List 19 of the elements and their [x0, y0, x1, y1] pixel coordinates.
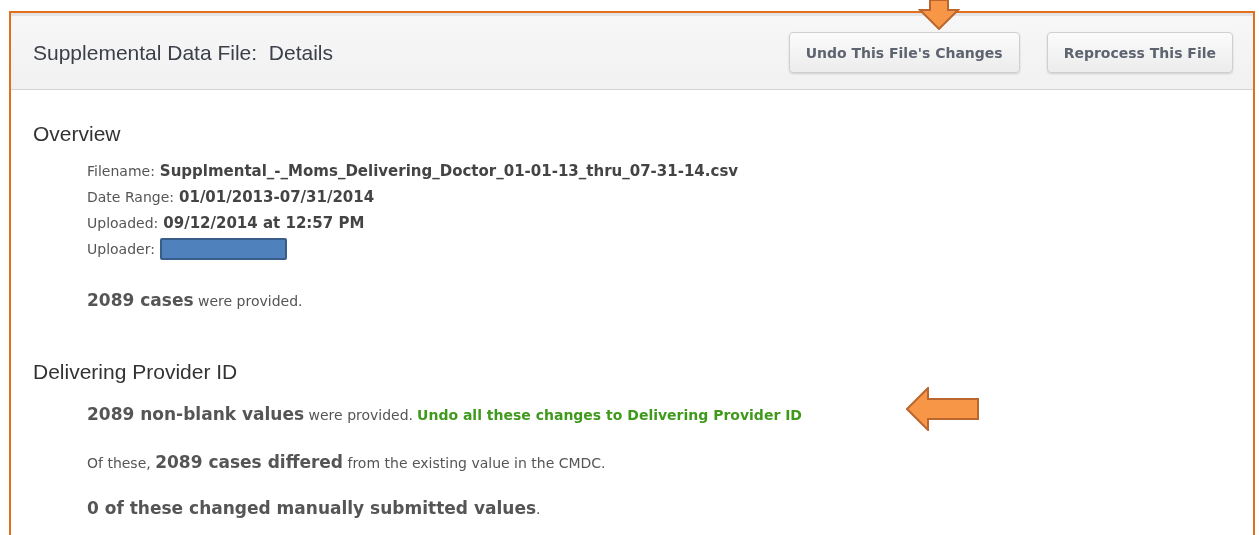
- detail-value: 01/01/2013-07/31/2014: [179, 188, 375, 206]
- manual-text: 0 of these changed manually submitted values.: [87, 498, 542, 518]
- summary-text: 2089 cases were provided.: [87, 290, 304, 310]
- detail-label: Filename:: [87, 163, 155, 179]
- provided-text: 2089 non-blank values were provided. Undo all these changes to Delivering Provider ID: [87, 404, 803, 424]
- detail-label: Date Range:: [87, 189, 174, 205]
- undo-changes-button[interactable]: Undo This File's Changes: [788, 32, 1020, 73]
- differed-text: Of these, 2089 cases differed from the existing value in the CMDC.: [87, 452, 607, 472]
- detail-value: Supplmental_-_Moms_Delivering_Doctor_01-01-13_thru_07-31-14.csv: [159, 162, 739, 180]
- undo-link[interactable]: Undo all these changes to Delivering Provider ID: [417, 407, 802, 423]
- down-arrow-icon: [918, 0, 960, 30]
- left-arrow-icon: [906, 387, 979, 431]
- page-title: Supplemental Data File: Details: [33, 40, 334, 65]
- detail-value: 09/12/2014 at 12:57 PM: [163, 214, 365, 232]
- reprocess-button[interactable]: Reprocess This File: [1046, 32, 1233, 73]
- section-heading: Overview: [33, 122, 122, 146]
- section-heading: Delivering Provider ID: [33, 360, 239, 384]
- detail-label: Uploader:: [87, 241, 155, 257]
- detail-label: Uploaded:: [87, 215, 159, 231]
